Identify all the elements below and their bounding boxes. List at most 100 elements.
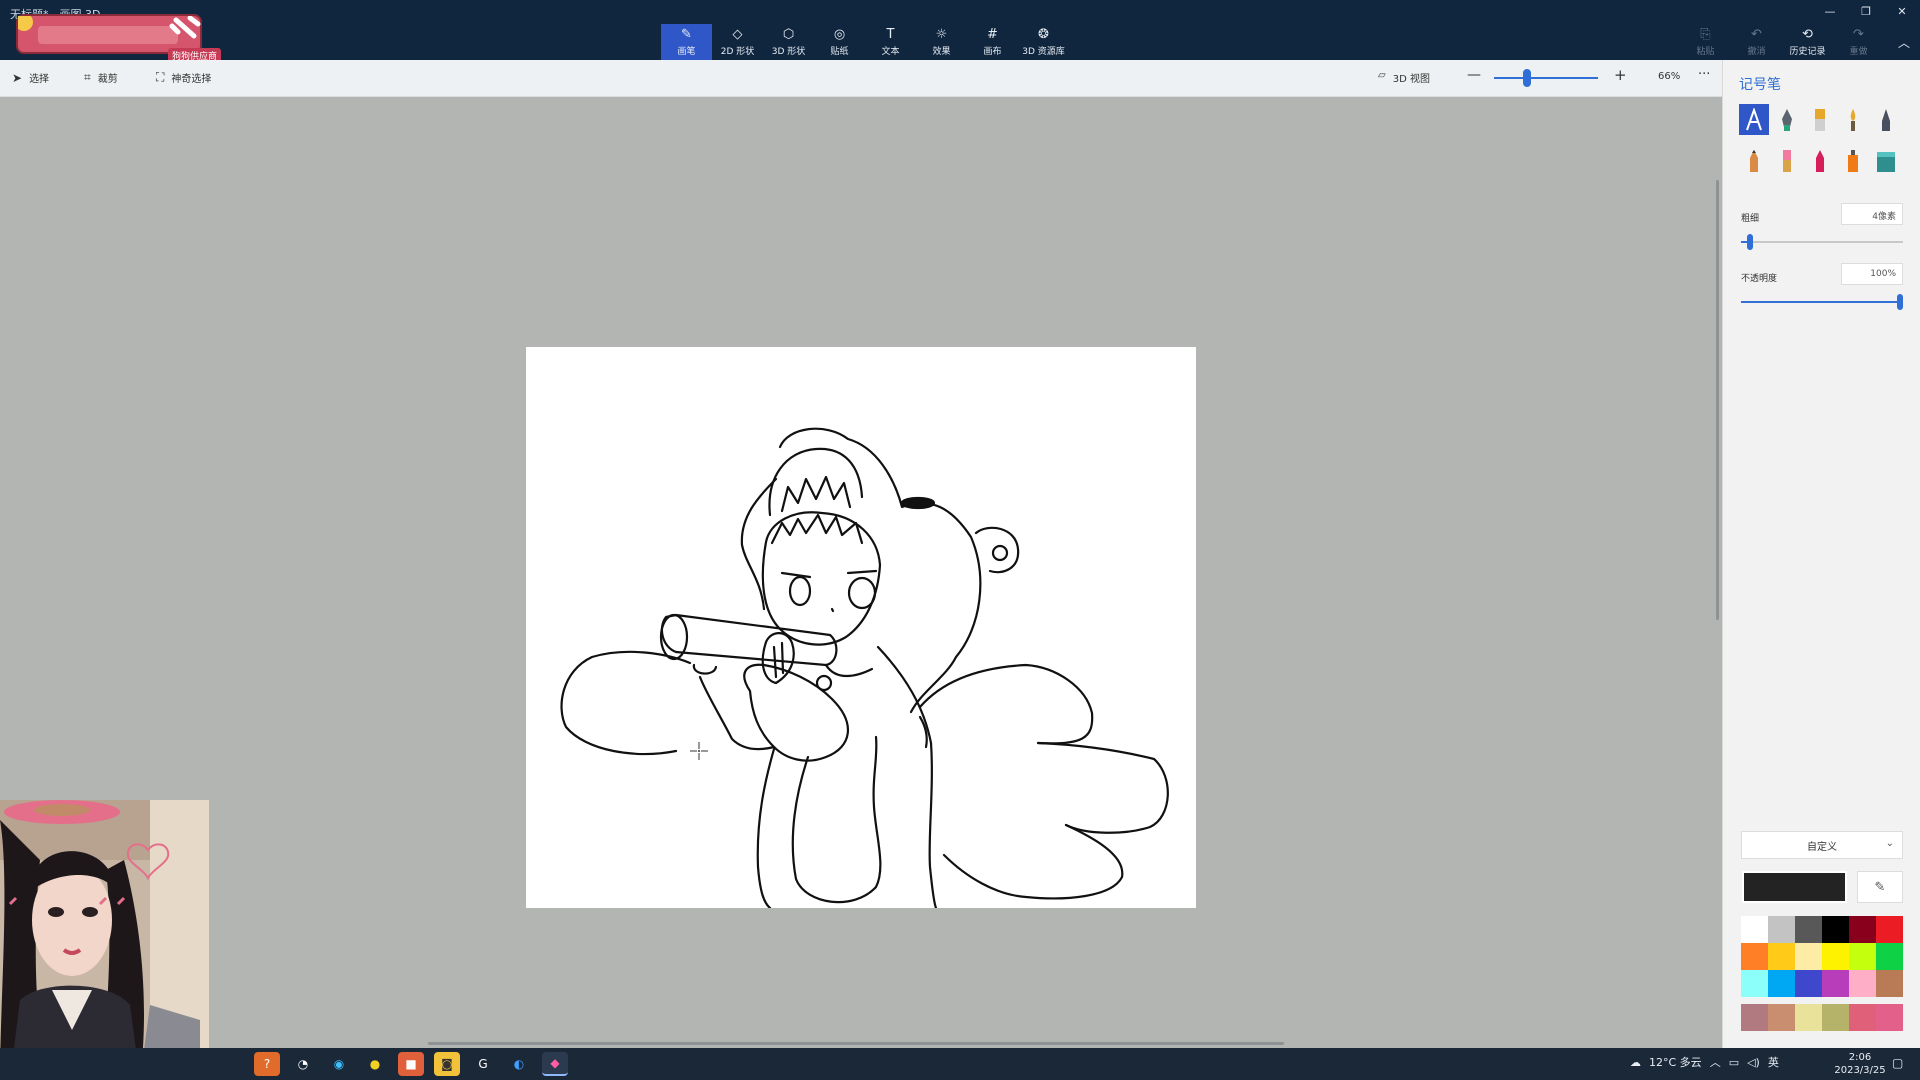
tab-brushes[interactable]: ✎ 画笔 [661,24,712,60]
3d-view-toggle[interactable]: ▱ 3D 视图 [1378,70,1430,85]
maximize-button[interactable]: ❐ [1848,0,1884,22]
calligraphy-pen-brush[interactable] [1772,104,1802,135]
select-tool[interactable]: ➤ 选择 [12,70,49,86]
opacity-input[interactable]: 100% [1841,263,1903,285]
redo-button[interactable]: ↷ 重做 [1833,24,1884,60]
color-swatch[interactable] [1795,916,1822,943]
horizontal-scrollbar[interactable] [428,1042,1284,1045]
pixel-pen-brush[interactable] [1871,104,1901,135]
volume-icon[interactable]: ◁) [1747,1056,1760,1069]
color-swatch[interactable] [1795,970,1822,997]
color-swatch[interactable] [1876,1004,1903,1031]
crayon-icon [1816,149,1824,172]
pencil-brush[interactable] [1739,145,1769,176]
network-icon[interactable]: ▭ [1729,1056,1739,1069]
notification-icon[interactable]: ▢ [1892,1056,1903,1070]
minimize-button[interactable]: — [1812,0,1848,22]
vertical-scrollbar[interactable] [1716,180,1719,620]
crayon-brush[interactable] [1805,145,1835,176]
spray-can-brush[interactable] [1838,145,1868,176]
tab-2d-shapes[interactable]: ◇ 2D 形状 [712,24,763,60]
input-language[interactable]: 英 [1768,1054,1779,1070]
thickness-input[interactable]: 4像素 [1841,203,1903,225]
color-swatch[interactable] [1822,970,1849,997]
collapse-ribbon-icon[interactable]: ︿ [1898,34,1910,51]
brush-grid [1739,104,1909,176]
tab-text[interactable]: T 文本 [865,24,916,60]
color-swatch[interactable] [1741,943,1768,970]
weather-text[interactable]: 12°C 多云 [1649,1054,1702,1070]
tab-label: 画布 [983,46,1002,57]
taskbar-chrome-icon[interactable]: ● [362,1052,388,1076]
magic-select-icon: ⛶ [156,70,165,84]
taskbar-app3-icon[interactable]: ◙ [434,1052,460,1076]
zoom-slider-track[interactable] [1494,77,1598,79]
more-options-icon[interactable]: ··· [1698,67,1710,82]
paste-button[interactable]: ⎘ 粘贴 [1680,24,1731,60]
color-swatch[interactable] [1822,916,1849,943]
eraser-icon [1783,149,1791,172]
color-swatch[interactable] [1768,970,1795,997]
2d-shapes-icon: ◇ [732,26,743,42]
color-swatch[interactable] [1849,970,1876,997]
tab-stickers[interactable]: ◎ 贴纸 [814,24,865,60]
color-swatch[interactable] [1768,916,1795,943]
color-swatch[interactable] [1741,970,1768,997]
zoom-out-button[interactable]: — [1467,67,1481,83]
taskbar-clock-app-icon[interactable]: ◔ [290,1052,316,1076]
thickness-slider-thumb[interactable] [1747,234,1753,250]
color-swatch[interactable] [1768,1004,1795,1031]
fill-brush[interactable] [1871,145,1901,176]
main-tabs: ✎ 画笔 ◇ 2D 形状 ⬡ 3D 形状 ◎ 贴纸 T 文本 ☼ 效果 # 画布… [661,24,1069,60]
color-swatch[interactable] [1822,943,1849,970]
taskbar-app-icon[interactable]: ? [254,1052,280,1076]
eraser-brush[interactable] [1772,145,1802,176]
tab-3d-library[interactable]: ❂ 3D 资源库 [1018,24,1069,60]
tray-chevron-icon[interactable]: ︿ [1710,1054,1721,1070]
taskbar-clock[interactable]: 2:06 2023/3/25 [1830,1051,1890,1077]
taskbar-app4-icon[interactable]: G [470,1052,496,1076]
eyedropper-button[interactable]: ✎ [1857,871,1903,903]
oil-brush[interactable] [1805,104,1835,135]
sticker-icon: ◎ [833,26,846,42]
tab-3d-shapes[interactable]: ⬡ 3D 形状 [763,24,814,60]
tab-effects[interactable]: ☼ 效果 [916,24,967,60]
color-mode-dropdown[interactable]: 自定义 ⌄ [1741,831,1903,859]
3d-view-icon: ▱ [1378,70,1386,81]
marker-brush[interactable] [1739,104,1769,135]
clock-date: 2023/3/25 [1834,1065,1886,1076]
taskbar-app2-icon[interactable]: ■ [398,1052,424,1076]
color-swatch[interactable] [1849,943,1876,970]
tab-canvas[interactable]: # 画布 [967,24,1018,60]
color-swatch[interactable] [1795,943,1822,970]
custom-color-palette [1741,1004,1903,1031]
taskbar-paint3d-icon[interactable]: ◆ [542,1052,568,1076]
zoom-slider-thumb[interactable] [1523,69,1531,87]
zoom-in-button[interactable]: + [1614,66,1627,84]
color-swatch[interactable] [1822,1004,1849,1031]
crop-tool[interactable]: ⌗ 裁剪 [84,70,118,85]
color-swatch[interactable] [1876,943,1903,970]
taskbar-browser-icon[interactable]: ◉ [326,1052,352,1076]
magic-select-tool[interactable]: ⛶ 神奇选择 [156,70,211,85]
secondary-toolbar: ➤ 选择 ⌗ 裁剪 ⛶ 神奇选择 ▱ 3D 视图 — + 66% ··· [0,60,1722,97]
close-button[interactable]: ✕ [1884,0,1920,22]
color-swatch[interactable] [1741,1004,1768,1031]
color-swatch[interactable] [1876,916,1903,943]
color-swatch[interactable] [1795,1004,1822,1031]
drawing-canvas[interactable] [526,347,1196,908]
watercolor-brush[interactable] [1838,104,1868,135]
opacity-slider-fill [1741,301,1903,303]
current-color-swatch[interactable] [1742,871,1847,903]
history-button[interactable]: ⟲ 历史记录 [1782,24,1833,60]
thickness-slider-track[interactable] [1741,241,1903,243]
color-swatch[interactable] [1876,970,1903,997]
undo-button[interactable]: ↶ 撤消 [1731,24,1782,60]
color-swatch[interactable] [1849,1004,1876,1031]
color-swatch[interactable] [1849,916,1876,943]
spray-can-icon [1848,149,1858,172]
color-swatch[interactable] [1768,943,1795,970]
color-swatch[interactable] [1741,916,1768,943]
taskbar-edge-icon[interactable]: ◐ [506,1052,532,1076]
opacity-slider-thumb[interactable] [1897,294,1903,310]
